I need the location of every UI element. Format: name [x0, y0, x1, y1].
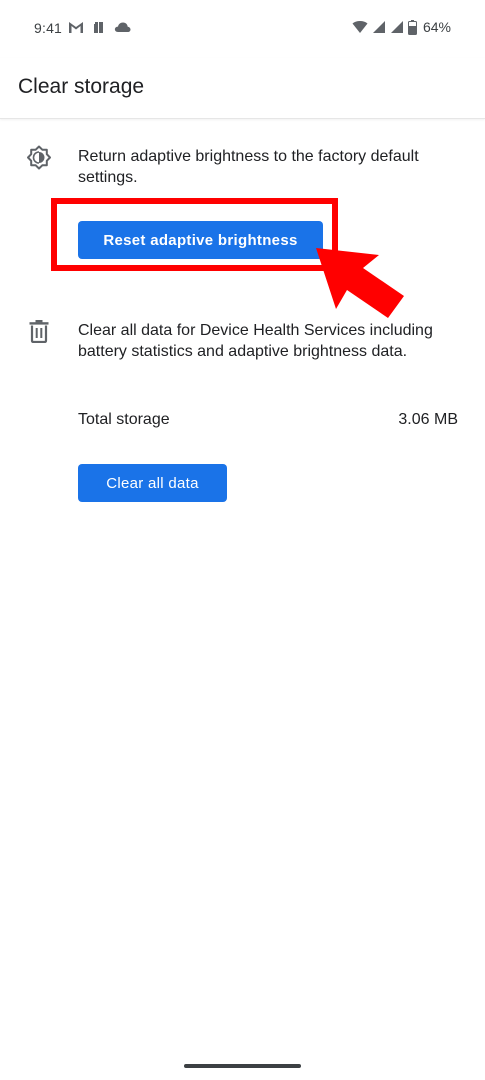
clear-all-data-button[interactable]: Clear all data	[78, 464, 227, 502]
cloud-icon	[114, 22, 131, 32]
status-time: 9:41	[34, 20, 63, 36]
battery-icon	[407, 19, 417, 35]
total-storage-label: Total storage	[78, 411, 170, 428]
notification-app-icon	[94, 21, 103, 33]
status-notification-icons	[68, 20, 131, 34]
brightness-description: Return adaptive brightness to the factor…	[78, 148, 419, 186]
signal-icon	[390, 21, 403, 33]
gesture-nav-handle[interactable]	[184, 1064, 301, 1068]
battery-percentage: 64%	[422, 19, 451, 35]
pointer-arrow-icon	[316, 248, 404, 318]
highlight-annotation	[51, 198, 338, 271]
signal-icon	[372, 21, 385, 33]
app-bar: Clear storage	[0, 58, 485, 119]
adaptive-brightness-icon	[27, 145, 51, 170]
gmail-icon	[69, 22, 83, 33]
clear-data-description: Clear all data for Device Health Service…	[78, 322, 433, 360]
total-storage-value: 3.06 MB	[398, 411, 458, 428]
status-system-icons: 64%	[352, 19, 451, 35]
trash-icon	[29, 320, 49, 343]
status-bar: 9:41 64%	[0, 0, 485, 58]
page-title: Clear storage	[18, 75, 145, 98]
wifi-icon	[352, 21, 368, 33]
